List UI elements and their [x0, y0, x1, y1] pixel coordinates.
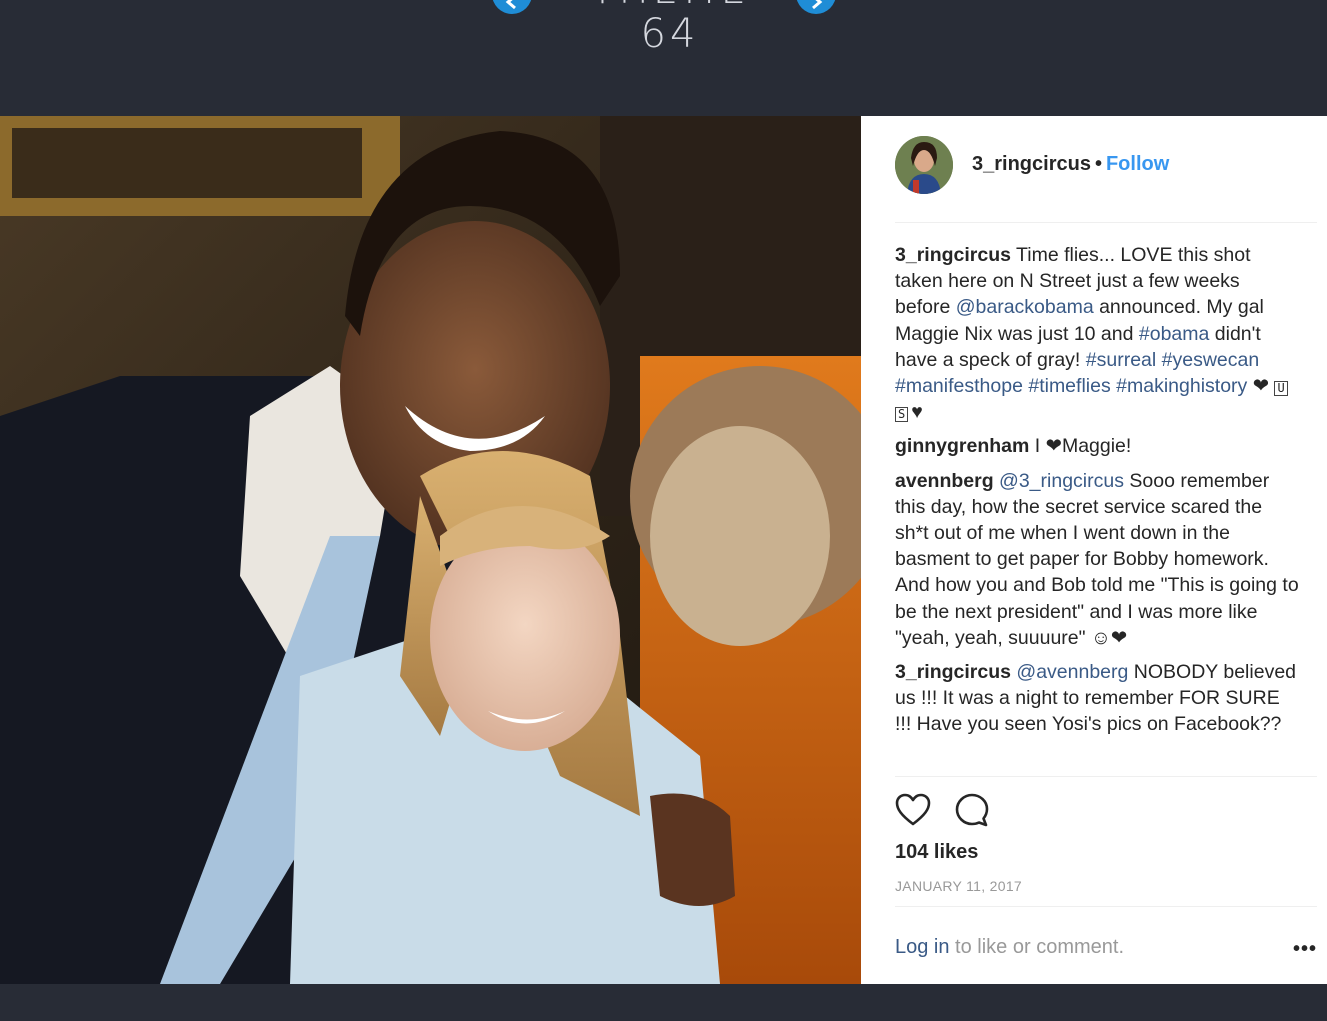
mention-link[interactable]: #timeflies [1028, 375, 1110, 397]
comment-author[interactable]: 3_ringcircus [895, 661, 1011, 683]
top-bar: THEME 64 [0, 0, 1327, 116]
comment-author[interactable]: ginnygrenham [895, 435, 1029, 457]
comment: ginnygrenham I ❤Maggie! [895, 433, 1299, 459]
comment: 3_ringcircus Time flies... LOVE this sho… [895, 242, 1299, 425]
heart-icon[interactable] [895, 793, 931, 832]
mention-link[interactable]: #surreal [1086, 349, 1156, 371]
flag-letter: S [895, 407, 909, 423]
post-date: JANUARY 11, 2017 [895, 878, 1022, 894]
login-prompt: Log in to like or comment. [895, 936, 1124, 959]
divider [895, 906, 1317, 907]
divider [895, 776, 1317, 777]
chevron-right-icon[interactable] [796, 0, 836, 14]
follow-button[interactable]: Follow [1106, 153, 1169, 175]
comment-author[interactable]: avennberg [895, 470, 994, 492]
comment: 3_ringcircus @avennberg NOBODY believed … [895, 659, 1299, 738]
comment-text: Sooo remember this day, how the secret s… [895, 469, 1299, 649]
mention-link[interactable]: @3_ringcircus [999, 470, 1124, 492]
mention-link[interactable]: #yeswecan [1162, 349, 1260, 371]
mention-link[interactable]: #manifesthope [895, 375, 1023, 397]
post-user-line: 3_ringcircus • Follow [972, 153, 1169, 176]
post-header: 3_ringcircus • Follow [895, 136, 1315, 194]
mention-link[interactable]: @avennberg [1016, 661, 1128, 683]
flag-letter: U [1274, 381, 1288, 397]
separator: • [1094, 153, 1102, 175]
more-options-icon[interactable]: ••• [1293, 938, 1317, 961]
bottom-bar [0, 984, 1327, 1021]
comment: avennberg @3_ringcircus Sooo remember th… [895, 468, 1299, 651]
theme-navigator: THEME 64 [490, 0, 840, 56]
likes-count[interactable]: 104 likes [895, 841, 978, 864]
theme-title: THEME 64 [590, 0, 746, 57]
chevron-left-icon[interactable] [492, 0, 532, 14]
avatar[interactable] [895, 136, 953, 194]
post-sidebar: 3_ringcircus • Follow 3_ringcircus Time fl… [861, 116, 1327, 984]
comment-bubble-icon[interactable] [955, 793, 989, 832]
comment-text: ♥ [911, 401, 923, 424]
comment-author[interactable]: 3_ringcircus [895, 244, 1011, 266]
instagram-embed: 3_ringcircus • Follow 3_ringcircus Time fl… [0, 116, 1327, 984]
login-link[interactable]: Log in [895, 936, 950, 958]
comment-text: I ❤Maggie! [1029, 435, 1132, 458]
mention-link[interactable]: #makinghistory [1116, 375, 1247, 397]
username[interactable]: 3_ringcircus [972, 153, 1091, 175]
divider [895, 222, 1317, 223]
post-photo [0, 116, 861, 984]
comments-list: 3_ringcircus Time flies... LOVE this sho… [895, 242, 1299, 746]
mention-link[interactable]: @barackobama [956, 296, 1094, 318]
comment-text: ❤ [1247, 375, 1275, 398]
login-prompt-text: to like or comment. [949, 936, 1125, 958]
mention-link[interactable]: #obama [1139, 323, 1209, 345]
action-bar [895, 791, 1095, 831]
